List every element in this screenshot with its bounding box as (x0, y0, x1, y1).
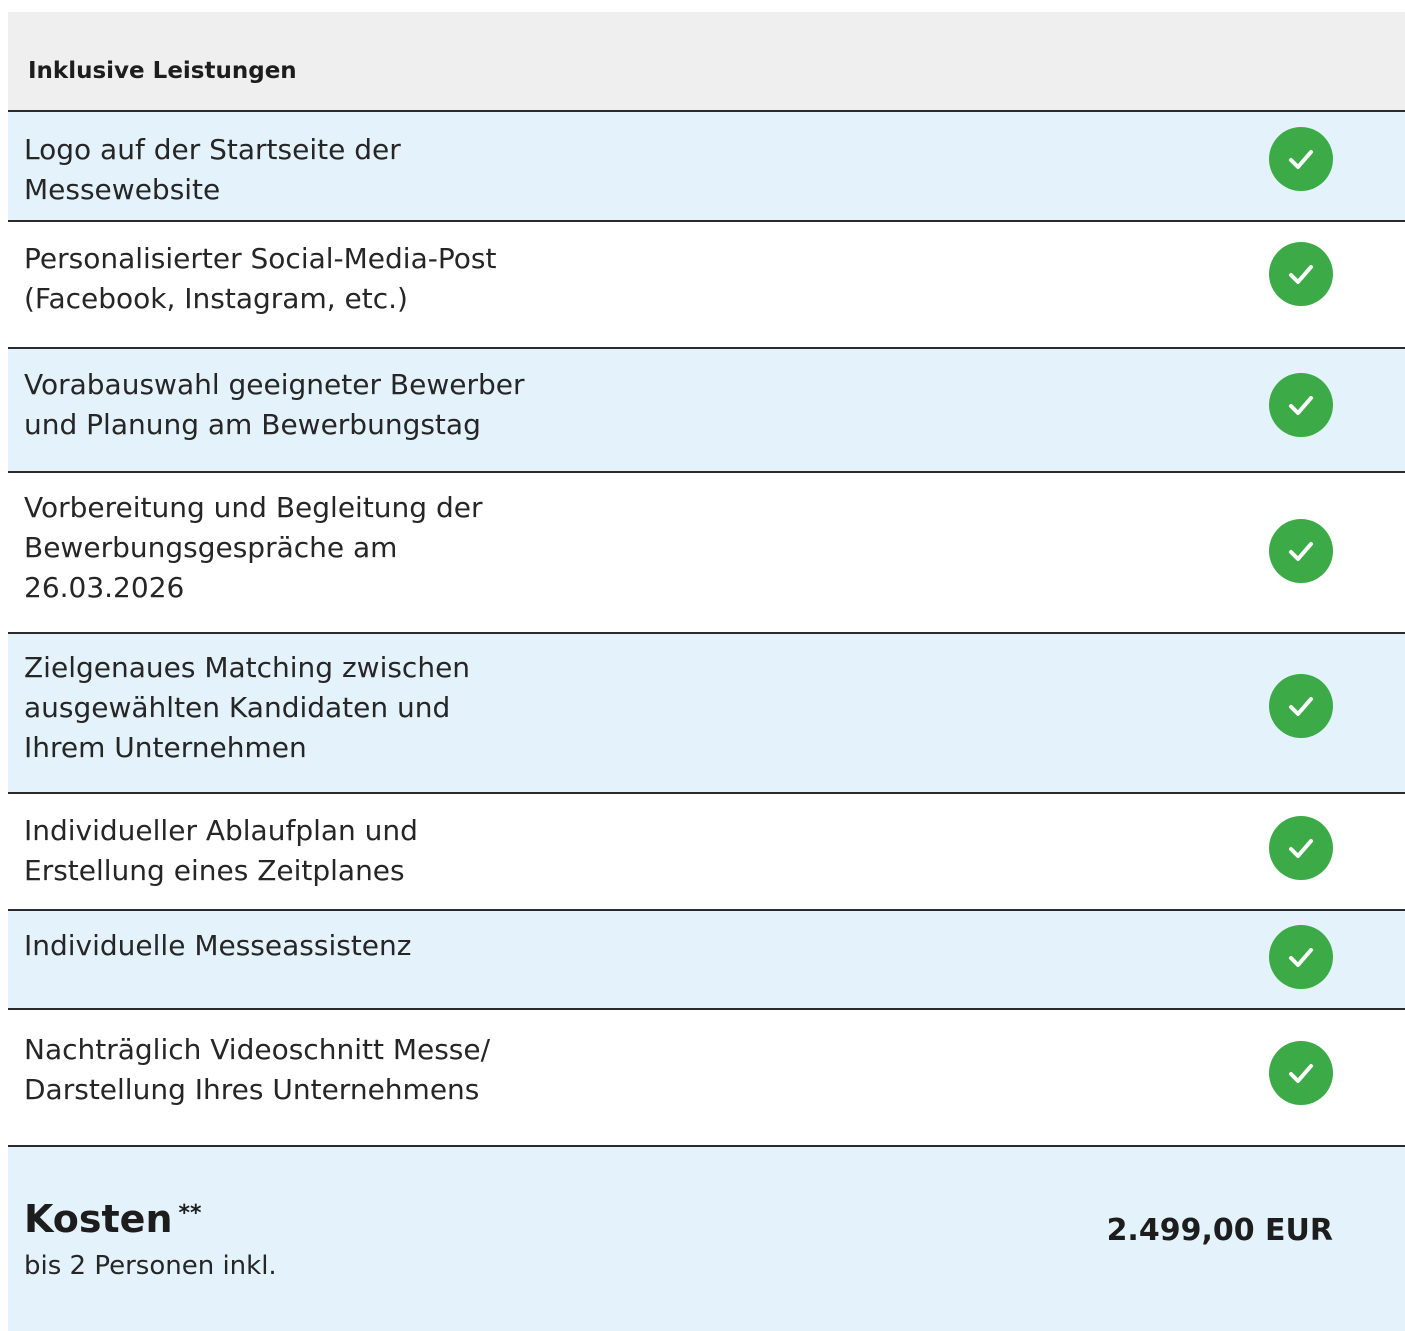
check-circle-icon (1269, 1041, 1333, 1105)
table-row: Vorbereitung und Begleitung der Bewerbun… (8, 473, 1405, 634)
table-row: Individuelle Messeassistenz (8, 911, 1405, 1010)
cost-title-text: Kosten (24, 1197, 173, 1241)
cost-footnote-marker: ** (178, 1201, 202, 1226)
table-row: Personalisierter Social-Media-Post (Face… (8, 222, 1405, 349)
row-label: Zielgenaues Matching zwischen ausgewählt… (24, 651, 471, 764)
table-row: Nachträglich Videoschnitt Messe/ Darstel… (8, 1010, 1405, 1147)
table-row: Zielgenaues Matching zwischen ausgewählt… (8, 634, 1405, 794)
check-circle-icon (1269, 519, 1333, 583)
check-circle-icon (1269, 127, 1333, 191)
check-circle-icon (1269, 674, 1333, 738)
cost-price: 2.499,00 EUR (1106, 1213, 1333, 1248)
table-header-title: Inklusive Leistungen (28, 58, 297, 84)
table-row: Vorabauswahl geeigneter Bewerber und Pla… (8, 349, 1405, 473)
check-circle-icon (1269, 242, 1333, 306)
row-label: Individueller Ablaufplan und Erstellung … (24, 814, 418, 887)
cost-subtitle: bis 2 Personen inkl. (24, 1251, 277, 1281)
check-circle-icon (1269, 373, 1333, 437)
table-row: Individueller Ablaufplan und Erstellung … (8, 794, 1405, 911)
row-label: Vorabauswahl geeigneter Bewerber und Pla… (24, 368, 525, 441)
table-row: Logo auf der Startseite der Messewebsite (8, 112, 1405, 222)
cost-title: Kosten ** (24, 1197, 202, 1241)
table-header: Inklusive Leistungen (8, 12, 1405, 112)
cost-section: Kosten ** bis 2 Personen inkl. 2.499,00 E… (8, 1147, 1405, 1331)
row-label: Individuelle Messeassistenz (24, 929, 412, 962)
row-label: Logo auf der Startseite der Messewebsite (24, 133, 401, 206)
services-table: Inklusive Leistungen Logo auf der Starts… (8, 12, 1405, 1331)
row-label: Personalisierter Social-Media-Post (Face… (24, 242, 497, 315)
row-label: Vorbereitung und Begleitung der Bewerbun… (24, 491, 483, 604)
row-label: Nachträglich Videoschnitt Messe/ Darstel… (24, 1033, 491, 1106)
check-circle-icon (1269, 816, 1333, 880)
check-circle-icon (1269, 925, 1333, 989)
